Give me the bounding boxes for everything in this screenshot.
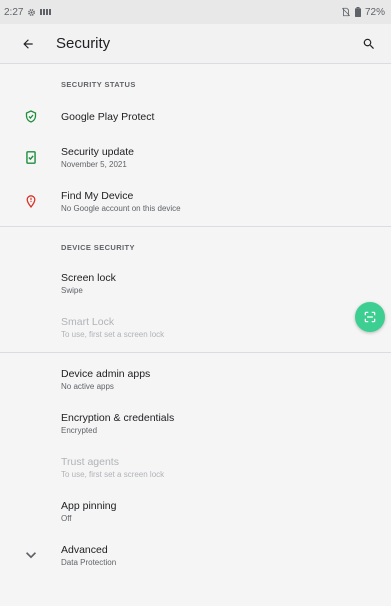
pref-summary: To use, first set a screen lock [61,329,165,339]
divider [0,352,391,353]
no-sim-icon [341,7,351,17]
pref-google-play-protect[interactable]: Google Play Protect [0,98,391,135]
pref-summary: November 5, 2021 [61,159,127,169]
notification-icon [40,9,52,15]
pref-summary: Off [61,513,72,523]
pref-title: Security update [61,145,134,158]
pref-screen-lock[interactable]: Screen lock Swipe [0,261,391,305]
pref-find-my-device[interactable]: Find My Device No Google account on this… [0,179,391,223]
app-bar: Security [0,24,391,64]
pref-title: Trust agents [61,455,119,468]
pref-trust-agents: Trust agents To use, first set a screen … [0,445,391,489]
pref-title: Google Play Protect [61,110,155,123]
status-bar-left: 2:27 [4,6,52,18]
scan-fab-button[interactable] [355,302,385,332]
arrow-back-icon [23,38,33,49]
pref-summary: To use, first set a screen lock [61,469,165,479]
status-bar: 2:27 72% [0,0,391,24]
pref-title: Advanced [61,543,108,556]
page-title: Security [56,35,111,52]
back-button[interactable] [0,24,56,64]
shield-check-icon [25,110,36,123]
settings-list[interactable]: SECURITY STATUS Google Play Protect Secu… [0,64,391,606]
location-pin-icon [26,194,35,208]
pref-summary: Encrypted [61,425,98,435]
pref-title: Screen lock [61,271,116,284]
pref-app-pinning[interactable]: App pinning Off [0,489,391,533]
pref-encryption-credentials[interactable]: Encryption & credentials Encrypted [0,401,391,445]
search-button[interactable] [353,28,385,60]
status-bar-right: 72% [341,7,385,18]
battery-percent: 72% [364,6,385,18]
pref-advanced[interactable]: Advanced Data Protection [0,533,391,577]
status-time: 2:27 [4,6,24,18]
pref-summary: No Google account on this device [61,203,181,213]
pref-title: Encryption & credentials [61,411,175,424]
pref-title: Device admin apps [61,367,151,380]
section-header-security-status: SECURITY STATUS [61,80,136,89]
pref-security-update[interactable]: Security update November 5, 2021 [0,135,391,179]
pref-summary: No active apps [61,381,114,391]
pref-smart-lock: Smart Lock To use, first set a screen lo… [0,305,391,349]
pref-title: Find My Device [61,189,134,202]
pref-device-admin-apps[interactable]: Device admin apps No active apps [0,357,391,401]
settings-notification-icon [28,8,36,16]
pref-summary: Data Protection [61,557,117,567]
search-icon [363,38,374,49]
section-header-device-security: DEVICE SECURITY [61,243,135,252]
pref-title: Smart Lock [61,315,115,328]
battery-icon [354,7,361,17]
pref-title: App pinning [61,499,117,512]
chevron-down-icon [25,551,36,558]
pref-summary: Swipe [61,285,83,295]
scan-icon [364,311,376,323]
phone-check-icon [25,150,36,164]
